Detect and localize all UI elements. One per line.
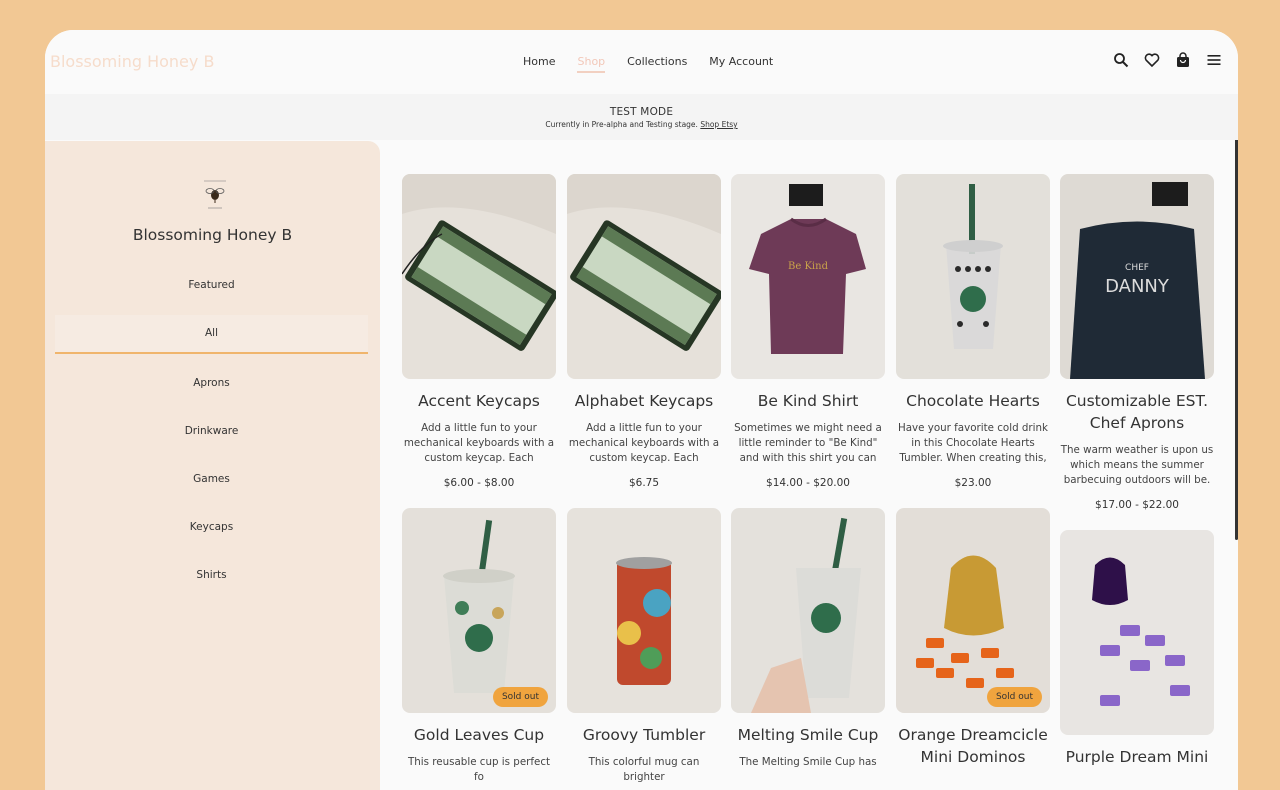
product-image[interactable] xyxy=(1060,530,1214,735)
product-name[interactable]: Alphabet Keycaps xyxy=(567,390,721,412)
product-image[interactable] xyxy=(402,174,556,379)
product-name[interactable]: Be Kind Shirt xyxy=(731,390,885,412)
category-drinkware[interactable]: Drinkware xyxy=(55,425,368,437)
product-card[interactable]: Purple Dream Mini xyxy=(1060,530,1214,768)
product-description: Add a little fun to your mechanical keyb… xyxy=(568,422,720,464)
product-card[interactable]: Alphabet Keycaps Add a little fun to you… xyxy=(567,174,721,489)
search-icon[interactable] xyxy=(1113,52,1129,68)
main-nav: Home Shop Collections My Account xyxy=(523,55,795,73)
product-description: Have your favorite cold drink in this Ch… xyxy=(898,422,1048,464)
svg-text:DANNY: DANNY xyxy=(1105,276,1170,297)
product-image[interactable]: Sold out xyxy=(402,508,556,713)
product-card[interactable]: Sold out Gold Leaves Cup This reusable c… xyxy=(402,508,556,790)
product-name[interactable]: Groovy Tumbler xyxy=(567,724,721,746)
category-all[interactable]: All xyxy=(55,315,368,354)
product-name[interactable]: Purple Dream Mini xyxy=(1060,746,1214,768)
banner-title: TEST MODE xyxy=(609,106,674,118)
category-keycaps[interactable]: Keycaps xyxy=(55,521,368,533)
product-image[interactable]: Be Kind xyxy=(731,174,885,379)
scrollbar[interactable] xyxy=(1235,70,1238,540)
product-image[interactable]: Sold out xyxy=(896,508,1050,713)
product-card[interactable]: Accent Keycaps Add a little fun to your … xyxy=(402,174,556,489)
product-card[interactable]: Groovy Tumbler This colorful mug can bri… xyxy=(567,508,721,790)
product-card[interactable]: Be Kind Be Kind Shirt Sometimes we might… xyxy=(731,174,885,489)
product-description: This reusable cup is perfect fo xyxy=(407,756,551,783)
bee-logo-icon xyxy=(204,180,226,209)
product-description: The Melting Smile Cup has xyxy=(739,756,877,768)
sidebar-title: Blossoming Honey B xyxy=(132,226,293,244)
product-name[interactable]: Melting Smile Cup xyxy=(731,724,885,746)
product-image[interactable]: DANNY CHEF xyxy=(1060,174,1214,379)
product-price: $14.00 - $20.00 xyxy=(766,477,850,489)
product-card[interactable]: Chocolate Hearts Have your favorite cold… xyxy=(896,174,1050,489)
heart-icon[interactable] xyxy=(1144,52,1160,68)
product-price: $6.00 - $8.00 xyxy=(443,477,515,489)
test-mode-banner: TEST MODE Currently in Pre-alpha and Tes… xyxy=(45,94,1238,140)
shop-etsy-link[interactable]: Shop Etsy xyxy=(700,120,737,129)
product-card[interactable]: Sold out Orange Dreamcicle Mini Dominos xyxy=(896,508,1050,768)
product-name[interactable]: Chocolate Hearts xyxy=(896,390,1050,412)
product-name[interactable]: Gold Leaves Cup xyxy=(402,724,556,746)
product-price: $23.00 xyxy=(954,477,992,489)
product-card[interactable]: Melting Smile Cup The Melting Smile Cup … xyxy=(731,508,885,790)
product-name[interactable]: Accent Keycaps xyxy=(402,390,556,412)
product-card[interactable]: DANNY CHEF Customizable EST. Chef Aprons … xyxy=(1060,174,1214,511)
product-image[interactable] xyxy=(731,508,885,713)
product-description: The warm weather is upon us which means … xyxy=(1060,444,1214,486)
sold-out-badge: Sold out xyxy=(986,687,1042,707)
category-aprons[interactable]: Aprons xyxy=(55,377,368,389)
browser-window: Blossoming Honey B Home Shop Collections… xyxy=(45,30,1238,790)
category-shirts[interactable]: Shirts xyxy=(55,569,368,581)
bag-icon[interactable] xyxy=(1175,52,1191,68)
product-description: Add a little fun to your mechanical keyb… xyxy=(403,422,555,464)
banner-text: Currently in Pre-alpha and Testing stage… xyxy=(545,120,698,129)
header-icons xyxy=(1113,52,1222,68)
site-logo[interactable]: Blossoming Honey B xyxy=(50,52,214,71)
banner-text-row: Currently in Pre-alpha and Testing stage… xyxy=(45,120,1238,129)
product-name[interactable]: Orange Dreamcicle Mini Dominos xyxy=(896,724,1050,768)
product-description: Sometimes we might need a little reminde… xyxy=(734,422,882,464)
product-name[interactable]: Customizable EST. Chef Aprons xyxy=(1060,390,1214,434)
svg-text:CHEF: CHEF xyxy=(1125,263,1149,273)
nav-my-account[interactable]: My Account xyxy=(709,55,773,73)
category-games[interactable]: Games xyxy=(55,473,368,485)
nav-home[interactable]: Home xyxy=(523,55,555,73)
product-image[interactable] xyxy=(567,174,721,379)
product-image[interactable] xyxy=(567,508,721,713)
nav-shop[interactable]: Shop xyxy=(577,55,606,73)
svg-text:Be Kind: Be Kind xyxy=(788,261,829,272)
category-featured[interactable]: Featured xyxy=(55,279,368,291)
product-price: $6.75 xyxy=(628,477,660,489)
product-description: This colorful mug can brighter xyxy=(588,756,700,783)
nav-collections[interactable]: Collections xyxy=(627,55,687,73)
category-sidebar: Blossoming Honey B Featured All Aprons D… xyxy=(45,141,380,790)
site-header: Blossoming Honey B Home Shop Collections… xyxy=(45,30,1238,94)
sold-out-badge: Sold out xyxy=(492,687,548,707)
product-price: $17.00 - $22.00 xyxy=(1095,499,1179,511)
product-image[interactable] xyxy=(896,174,1050,379)
menu-icon[interactable] xyxy=(1206,52,1222,68)
